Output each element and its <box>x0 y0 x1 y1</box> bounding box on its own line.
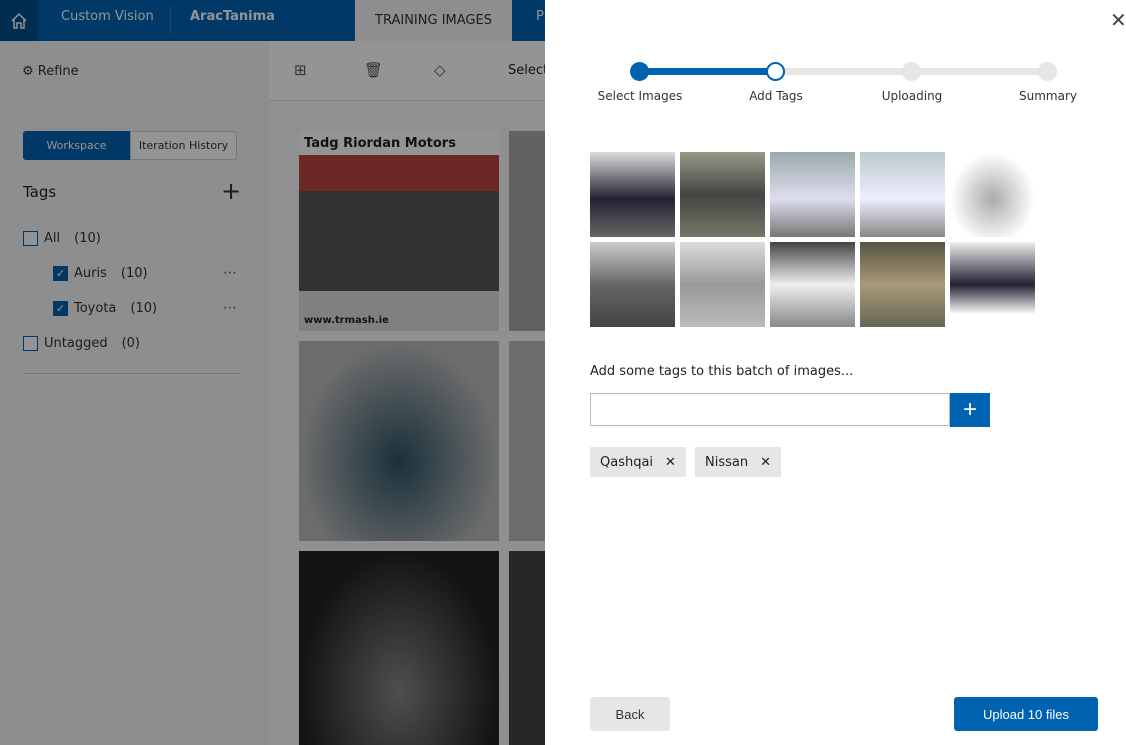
tag-input[interactable] <box>590 393 950 426</box>
add-tag-button[interactable]: + <box>950 393 990 427</box>
step-label: Uploading <box>881 89 943 103</box>
step-label: Summary <box>1019 89 1077 103</box>
modal-overlay[interactable] <box>0 0 545 745</box>
background-page: Custom Vision AracTanima TRAINING IMAGES… <box>0 0 545 745</box>
image-thumbnail <box>860 242 945 327</box>
step-label: Add Tags <box>749 89 803 103</box>
step-progress <box>640 68 776 75</box>
step-dot <box>902 62 921 81</box>
remove-chip-icon[interactable]: ✕ <box>665 455 676 470</box>
tag-chip: Qashqai ✕ <box>590 447 686 477</box>
remove-chip-icon[interactable]: ✕ <box>760 455 771 470</box>
chip-label: Qashqai <box>600 454 654 470</box>
image-thumbnail <box>770 242 855 327</box>
image-thumbnail <box>590 242 675 327</box>
image-thumbnail <box>680 152 765 237</box>
image-thumbnail <box>680 242 765 327</box>
image-thumbnail <box>950 152 1035 237</box>
image-thumbnail <box>950 242 1035 327</box>
image-thumbnail <box>770 152 855 237</box>
step-dot-done <box>630 62 649 81</box>
image-thumbnail <box>590 152 675 237</box>
back-button[interactable]: Back <box>590 697 670 731</box>
tag-chip: Nissan ✕ <box>695 447 781 477</box>
plus-icon: + <box>962 396 977 423</box>
image-thumbnail <box>860 152 945 237</box>
chip-label: Nissan <box>705 454 749 470</box>
step-dot <box>1038 62 1057 81</box>
upload-button[interactable]: Upload 10 files <box>954 697 1098 731</box>
step-label: Select Images <box>597 89 683 103</box>
tag-prompt: Add some tags to this batch of images... <box>590 364 854 379</box>
step-dot-current <box>766 62 785 81</box>
close-icon[interactable]: ✕ <box>1110 8 1126 32</box>
